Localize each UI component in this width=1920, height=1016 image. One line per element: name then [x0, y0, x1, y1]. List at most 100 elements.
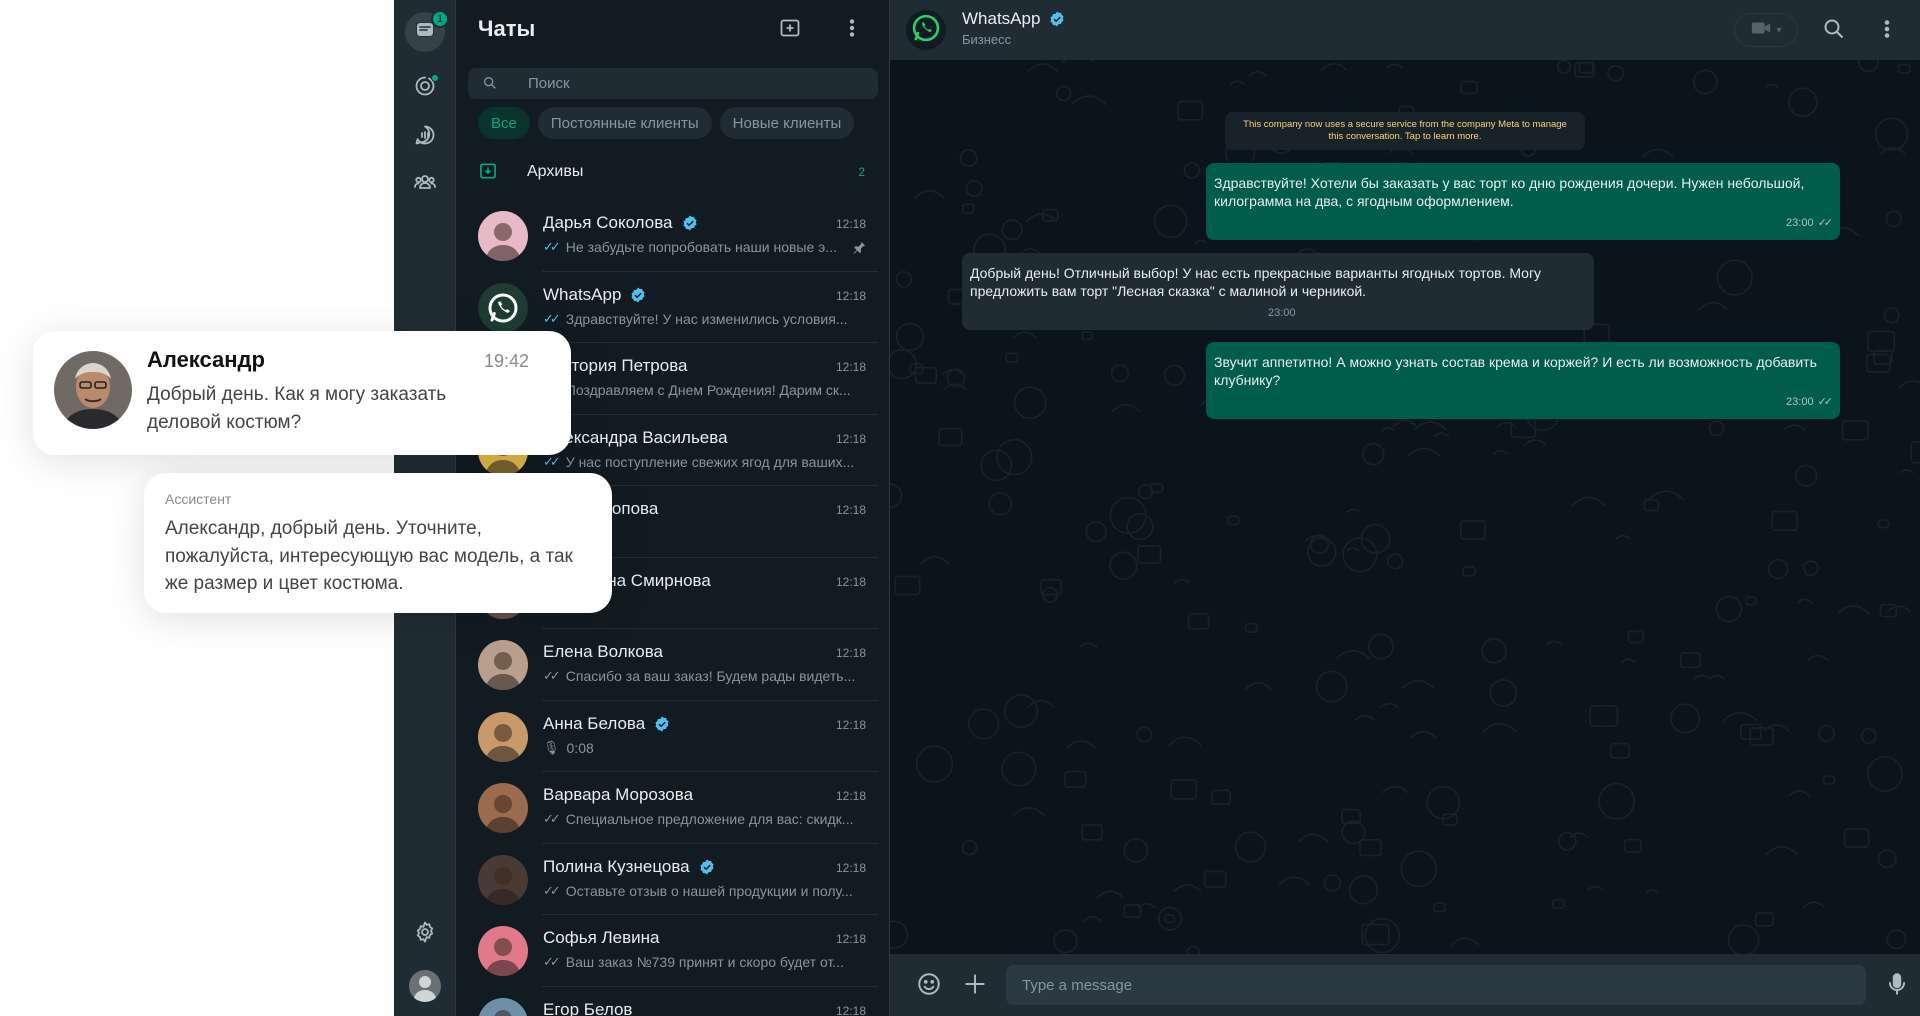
- chat-time: 12:18: [835, 288, 866, 303]
- message-composer: [890, 954, 1920, 1016]
- chat-name: WhatsApp: [543, 284, 622, 304]
- chat-name: Егор Белов: [543, 999, 633, 1016]
- conversation-panel: WhatsApp Бизнесс ▾ This company now uses…: [890, 0, 1920, 1016]
- chat-list-item[interactable]: Софья Левина 12:18 ✓✓ Ваш заказ №739 принят…: [456, 915, 889, 987]
- app-screen: 1 Чаты Поиск Все Постоянные клиенты Новы…: [0, 0, 1920, 1016]
- double-check-icon: ✓✓: [543, 310, 561, 326]
- status-nav-button[interactable]: [405, 68, 445, 108]
- encryption-notice[interactable]: This company now uses a secure service f…: [1225, 112, 1585, 150]
- video-camera-icon: [1750, 17, 1772, 44]
- search-in-chat-button[interactable]: [1822, 17, 1848, 43]
- gear-icon: [413, 920, 437, 949]
- settings-nav-button[interactable]: [405, 914, 445, 954]
- double-check-icon: ✓✓: [543, 882, 561, 898]
- search-icon: [1822, 19, 1846, 45]
- chat-preview: ✓✓ Ваш заказ №739 принят и скоро будет от…: [543, 954, 863, 970]
- message-time-row: 23:00 ✓✓: [1786, 393, 1833, 411]
- message-incoming[interactable]: Добрый день! Отличный выбор! У нас есть …: [962, 253, 1594, 330]
- chat-time: 12:18: [835, 431, 866, 446]
- profile-nav-button[interactable]: [405, 966, 445, 1006]
- chat-time: 12:18: [835, 503, 866, 517]
- emoji-icon: [916, 973, 942, 1001]
- chat-list-menu-button[interactable]: [840, 16, 868, 44]
- chat-avatar: [478, 926, 528, 976]
- chat-name-row: Софья Левина: [543, 928, 660, 948]
- chat-preview: ✓✓ Не забудьте попробовать наши новые э..…: [543, 239, 863, 255]
- archive-icon: [478, 161, 500, 183]
- chat-avatar: [478, 640, 528, 690]
- chats-nav-button[interactable]: 1: [405, 10, 449, 52]
- chat-preview: ✓✓ Оставьте отзыв о нашей продукции и пол…: [543, 883, 863, 899]
- chat-preview-text: Поздравляем с Днем Рождения! Дарим ск...: [565, 382, 851, 398]
- voice-message-button[interactable]: [1884, 971, 1912, 999]
- communities-icon: [413, 170, 437, 199]
- chat-list-item[interactable]: Анна Белова 12:18 🎙 0:08: [456, 701, 889, 772]
- conversation-header[interactable]: WhatsApp Бизнесс ▾: [890, 0, 1920, 60]
- chat-time: 12:18: [835, 360, 866, 374]
- filter-new-clients[interactable]: Новые клиенты: [719, 107, 855, 139]
- chat-preview-text: Спасибо за ваш заказ! Будем рады видеть.…: [565, 668, 856, 684]
- chat-list-item[interactable]: Дарья Соколова 12:18 ✓✓ Не забудьте попробо…: [456, 200, 889, 272]
- chat-time: 12:18: [835, 860, 866, 875]
- message-text: Здравствуйте! Хотели бы заказать у вас т…: [1214, 175, 1805, 209]
- search-input[interactable]: [528, 68, 868, 99]
- attach-button[interactable]: [962, 971, 990, 999]
- archive-row[interactable]: Архивы 2: [456, 152, 889, 192]
- chat-avatar: [478, 211, 528, 261]
- new-chat-icon: [778, 19, 802, 44]
- kebab-menu-icon: [840, 19, 864, 44]
- chat-name: Елена Волкова: [543, 642, 663, 661]
- new-chat-button[interactable]: [778, 16, 806, 44]
- chat-list-item[interactable]: Егор Белов 12:18: [456, 987, 889, 1016]
- message-input[interactable]: [1006, 965, 1866, 1005]
- kebab-menu-icon: [1875, 20, 1899, 45]
- chat-preview: ✓✓ У нас поступление свежих ягод для ваши…: [543, 454, 863, 470]
- verified-badge-icon: [629, 286, 647, 304]
- chat-time: 12:18: [835, 932, 866, 946]
- microphone-icon: 🎙: [543, 739, 560, 755]
- double-check-icon: ✓✓: [543, 239, 561, 254]
- chat-time: 12:18: [835, 1003, 866, 1016]
- chat-list-item[interactable]: Елена Волкова 12:18 ✓✓ Спасибо за ваш заказ…: [456, 629, 889, 701]
- assistant-reply-card: Ассистент Александр, добрый день. Уточни…: [144, 473, 612, 613]
- message-time-row: 23:00: [1268, 304, 1296, 322]
- chat-name-row: Полина Кузнецова: [543, 857, 716, 877]
- chat-list-item[interactable]: Полина Кузнецова 12:18 ✓✓ Оставьте отзыв о …: [456, 844, 889, 915]
- message-outgoing[interactable]: Здравствуйте! Хотели бы заказать у вас т…: [1206, 163, 1840, 240]
- chat-name-row: Егор Белов: [543, 1000, 632, 1016]
- chat-list-item[interactable]: Варвара Морозова 12:18 ✓✓ Специальное предл…: [456, 772, 889, 844]
- status-dot: [431, 74, 439, 82]
- chat-time: 12:18: [835, 574, 866, 589]
- chat-preview-text: Ваш заказ №739 принят и скоро будет от..…: [565, 954, 844, 970]
- message-time: 23:00: [1786, 396, 1814, 408]
- contact-subtitle: Бизнесс: [962, 32, 1012, 47]
- double-check-icon: ✓✓: [543, 954, 561, 969]
- chat-name: Полина Кузнецова: [543, 856, 690, 876]
- channels-nav-button[interactable]: [405, 117, 445, 157]
- double-check-icon: ✓✓: [543, 811, 561, 826]
- contact-avatar[interactable]: [906, 10, 946, 50]
- whatsapp-logo-icon: [909, 11, 943, 50]
- customer-name: Александр: [147, 347, 265, 372]
- communities-nav-button[interactable]: [405, 164, 445, 204]
- chat-list-title: Чаты: [478, 16, 536, 41]
- message-outgoing[interactable]: Звучит аппетитно! А можно узнать состав …: [1206, 342, 1840, 419]
- contact-name-row: WhatsApp: [962, 9, 1066, 29]
- filter-regular-clients[interactable]: Постоянные клиенты: [537, 107, 712, 139]
- chat-name: Софья Левина: [543, 928, 660, 947]
- chat-time: 12:18: [835, 717, 866, 732]
- chat-preview-text: 0:08: [566, 739, 594, 756]
- chat-preview: ✓✓Поздравляем с Днем Рождения! Дарим ск.…: [543, 382, 863, 398]
- message-text: Звучит аппетитно! А можно узнать состав …: [1214, 354, 1817, 388]
- filter-all[interactable]: Все: [478, 107, 530, 139]
- customer-avatar: [54, 351, 132, 429]
- video-call-button[interactable]: ▾: [1734, 13, 1798, 47]
- message-text: Добрый день! Отличный выбор! У нас есть …: [970, 265, 1542, 299]
- emoji-button[interactable]: [916, 971, 944, 999]
- filter-chips: Все Постоянные клиенты Новые клиенты: [478, 107, 855, 139]
- message-time: 23:00: [1268, 307, 1296, 319]
- chat-preview: ✓✓ Спасибо за ваш заказ! Будем рады видет…: [543, 668, 863, 684]
- customer-message-text: Добрый день. Как я могу заказать деловой…: [147, 384, 447, 433]
- plus-icon: [962, 974, 988, 1001]
- conversation-menu-button[interactable]: [1875, 17, 1901, 43]
